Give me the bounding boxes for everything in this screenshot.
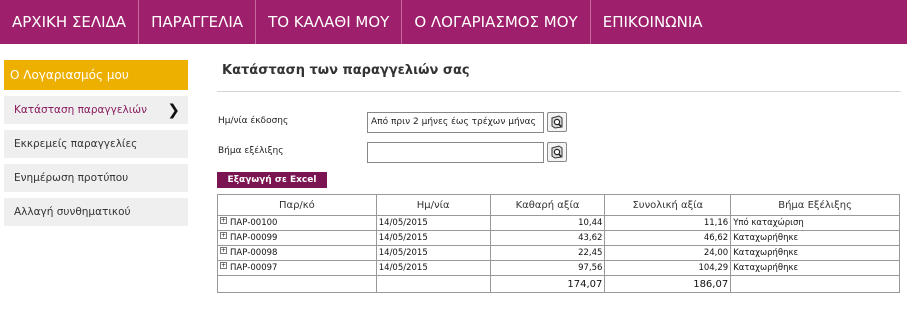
table-row[interactable]: + ΠΑΡ-00097 14/05/2015 97,56 104,29 Καταχ… xyxy=(217,260,900,276)
col-header-total[interactable]: Συνολική αξία xyxy=(604,194,732,216)
order-net-value: 43,62 xyxy=(489,230,606,246)
step-field-label: Βήμα εξέλιξης xyxy=(218,146,284,156)
nav-account[interactable]: Ο ΛΟΓΑΡΙΑΣΜΟΣ ΜΟΥ xyxy=(402,0,591,44)
expand-icon[interactable]: + xyxy=(220,262,227,269)
date-field-label: Ημ/νία έκδοσης xyxy=(218,116,289,126)
order-date: 14/05/2015 xyxy=(375,260,491,276)
table-row[interactable]: + ΠΑΡ-00098 14/05/2015 22,45 24,00 Καταχω… xyxy=(217,245,900,261)
order-total-value: 11,16 xyxy=(604,215,732,231)
order-code-cell: + ΠΑΡ-00097 xyxy=(217,260,377,276)
nav-home[interactable]: ΑΡΧΙΚΗ ΣΕΛΙΔΑ xyxy=(0,0,140,44)
chevron-right-icon: ❯ xyxy=(167,101,180,119)
order-code: ΠΑΡ-00097 xyxy=(230,263,278,273)
order-step: Καταχωρήθηκε xyxy=(730,245,900,261)
sidebar-item-label: Αλλαγή συνθηματικού xyxy=(14,206,131,218)
totals-total-value: 186,07 xyxy=(604,275,732,293)
order-code: ΠΑΡ-00100 xyxy=(230,218,278,228)
nav-contact[interactable]: ΕΠΙΚΟΙΝΩΝΙΑ xyxy=(591,0,715,44)
nav-cart[interactable]: ΤΟ ΚΑΛΑΘΙ ΜΟΥ xyxy=(256,0,403,44)
order-code: ΠΑΡ-00099 xyxy=(230,233,278,243)
date-filter-row: Ημ/νία έκδοσης Από πριν 2 μήνες έως τρέχ… xyxy=(217,112,617,133)
sidebar-header: Ο Λογαριασμός μου xyxy=(4,60,188,90)
date-range-input[interactable]: Από πριν 2 μήνες έως τρέχων μήνας xyxy=(367,112,544,133)
col-header-date[interactable]: Ημ/νία xyxy=(375,194,491,216)
order-code: ΠΑΡ-00098 xyxy=(230,248,278,258)
sidebar-item-label: Κατάσταση παραγγελιών xyxy=(14,104,147,116)
order-total-value: 24,00 xyxy=(604,245,732,261)
order-net-value: 10,44 xyxy=(489,215,606,231)
table-row[interactable]: + ΠΑΡ-00099 14/05/2015 43,62 46,62 Καταχω… xyxy=(217,230,900,246)
expand-icon[interactable]: + xyxy=(220,232,227,239)
order-net-value: 22,45 xyxy=(489,245,606,261)
order-step: Καταχωρήθηκε xyxy=(730,230,900,246)
order-code-cell: + ΠΑΡ-00100 xyxy=(217,215,377,231)
order-step: Καταχωρήθηκε xyxy=(730,260,900,276)
step-picker-button[interactable] xyxy=(547,142,567,162)
col-header-net[interactable]: Καθαρή αξία xyxy=(489,194,606,216)
expand-icon[interactable]: + xyxy=(220,247,227,254)
totals-net-value: 174,07 xyxy=(489,275,606,293)
order-code-cell: + ΠΑΡ-00098 xyxy=(217,245,377,261)
calendar-search-icon xyxy=(551,115,563,129)
order-total-value: 46,62 xyxy=(604,230,732,246)
top-navigation: ΑΡΧΙΚΗ ΣΕΛΙΔΑ ΠΑΡΑΓΓΕΛΙΑ ΤΟ ΚΑΛΑΘΙ ΜΟΥ Ο… xyxy=(0,0,907,44)
order-date: 14/05/2015 xyxy=(375,230,491,246)
sidebar-item-pending-orders[interactable]: Εκκρεμείς παραγγελίες κατ΄είδος xyxy=(4,130,188,178)
main-content: Κατάσταση των παραγγελιών σας Ημ/νία έκδ… xyxy=(217,58,901,293)
order-step: Υπό καταχώριση xyxy=(730,215,900,231)
col-header-step[interactable]: Βήμα Εξέλιξης xyxy=(730,194,900,216)
page-title: Κατάσταση των παραγγελιών σας xyxy=(217,58,901,92)
sidebar-item-change-password[interactable]: Αλλαγή συνθηματικού xyxy=(4,198,188,226)
date-picker-button[interactable] xyxy=(547,112,567,132)
totals-row: 174,07 186,07 xyxy=(217,275,900,293)
totals-empty-cell xyxy=(730,275,900,293)
expand-icon[interactable]: + xyxy=(220,217,227,224)
order-total-value: 104,29 xyxy=(604,260,732,276)
sidebar-item-label: Ενημέρωση προτύπου xyxy=(14,172,129,184)
totals-empty-cell xyxy=(375,275,491,293)
table-header-row: Παρ/κό Ημ/νία Καθαρή αξία Συνολική αξία … xyxy=(217,194,900,216)
order-code-cell: + ΠΑΡ-00099 xyxy=(217,230,377,246)
export-excel-button[interactable]: Εξαγωγή σε Excel xyxy=(217,172,327,188)
totals-empty-cell xyxy=(217,275,377,293)
order-date: 14/05/2015 xyxy=(375,245,491,261)
table-row[interactable]: + ΠΑΡ-00100 14/05/2015 10,44 11,16 Υπό κα… xyxy=(217,215,900,231)
lookup-icon xyxy=(551,145,563,159)
col-header-code[interactable]: Παρ/κό xyxy=(217,194,377,216)
sidebar-item-order-status[interactable]: Κατάσταση παραγγελιών ❯ xyxy=(4,96,188,124)
order-date: 14/05/2015 xyxy=(375,215,491,231)
step-input[interactable] xyxy=(367,142,544,163)
account-sidebar: Ο Λογαριασμός μου Κατάσταση παραγγελιών … xyxy=(4,60,188,232)
step-filter-row: Βήμα εξέλιξης xyxy=(217,142,617,163)
order-net-value: 97,56 xyxy=(489,260,606,276)
nav-order[interactable]: ΠΑΡΑΓΓΕΛΙΑ xyxy=(139,0,257,44)
orders-table: Παρ/κό Ημ/νία Καθαρή αξία Συνολική αξία … xyxy=(217,194,900,293)
sidebar-item-template-update[interactable]: Ενημέρωση προτύπου xyxy=(4,164,188,192)
